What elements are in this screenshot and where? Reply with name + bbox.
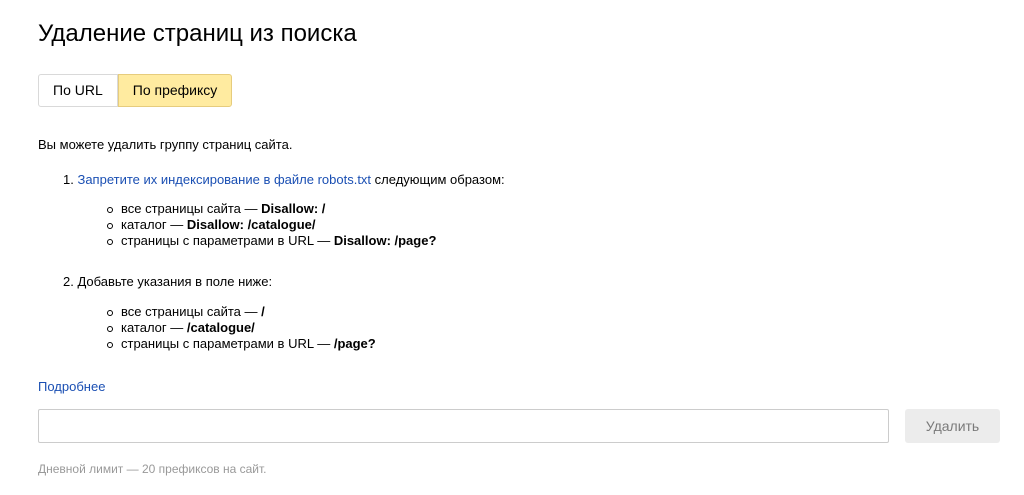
tab-by-prefix[interactable]: По префиксу — [117, 74, 233, 107]
list-item: все страницы сайта — Disallow: / — [106, 201, 436, 217]
intro-text: Вы можете удалить группу страниц сайта. — [38, 137, 293, 152]
list-item-text: все страницы сайта — — [121, 304, 262, 319]
list-item: все страницы сайта — / — [106, 304, 376, 320]
prefix-input[interactable] — [38, 409, 889, 443]
step-2: 2. Добавьте указания в поле ниже: — [63, 274, 272, 289]
list-item-code: Disallow: / — [261, 201, 326, 216]
list-item-code: /catalogue/ — [186, 320, 255, 335]
step-2-text: Добавьте указания в поле ниже: — [77, 274, 273, 289]
page-title: Удаление страниц из поиска — [38, 20, 357, 47]
list-item: страницы с параметрами в URL — Disallow:… — [106, 233, 436, 249]
step-1-number: 1. — [63, 172, 74, 187]
list-item-text: страницы с параметрами в URL — — [121, 336, 334, 351]
list-item-text: каталог — — [121, 217, 187, 232]
removal-mode-tabs: По URL По префиксу — [38, 74, 233, 107]
list-item: страницы с параметрами в URL — /page? — [106, 336, 376, 352]
list-item-text: каталог — — [121, 320, 187, 335]
daily-limit-note: Дневной лимит — 20 префиксов на сайт. — [38, 462, 267, 476]
robots-rules-list: все страницы сайта — Disallow: / каталог… — [106, 201, 436, 249]
list-item: каталог — /catalogue/ — [106, 320, 376, 336]
step-1-rest: следующим образом: — [371, 172, 505, 187]
step-1: 1. Запретите их индексирование в файле r… — [63, 172, 505, 187]
more-info-link[interactable]: Подробнее — [38, 379, 105, 394]
list-item-code: Disallow: /page? — [333, 233, 437, 248]
prefix-examples-list: все страницы сайта — / каталог — /catalo… — [106, 304, 376, 352]
step-2-number: 2. — [63, 274, 74, 289]
list-item-code: /page? — [333, 336, 376, 351]
list-item-code: Disallow: /catalogue/ — [186, 217, 316, 232]
list-item-text: страницы с параметрами в URL — — [121, 233, 334, 248]
list-item: каталог — Disallow: /catalogue/ — [106, 217, 436, 233]
list-item-code: / — [261, 304, 265, 319]
delete-button[interactable]: Удалить — [905, 409, 1000, 443]
robots-txt-link[interactable]: Запретите их индексирование в файле robo… — [77, 172, 371, 187]
tab-by-url[interactable]: По URL — [38, 74, 118, 107]
list-item-text: все страницы сайта — — [121, 201, 262, 216]
